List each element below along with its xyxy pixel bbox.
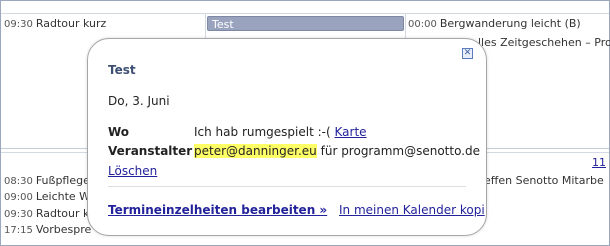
event-title: Test — [212, 18, 234, 31]
event-title: Leichte W — [35, 190, 91, 203]
calendar-event[interactable]: 08:30 Fußpflege — [4, 174, 90, 187]
day-number-link[interactable]: 11 — [592, 156, 606, 169]
event-date: Do, 3. Juni — [108, 94, 170, 108]
event-time: 09:30 — [4, 19, 33, 30]
organizer-email: peter@danninger.eu — [194, 144, 317, 158]
event-title: Radtour k — [35, 207, 90, 220]
map-link[interactable]: Karte — [335, 125, 367, 139]
organizer-row: Veranstalter peter@danninger.eu für progr… — [108, 144, 480, 158]
event-time: 17:15 — [4, 225, 33, 236]
calendar-event[interactable]: 17:15 Vorbespre — [4, 223, 91, 236]
grid-line — [1, 13, 609, 14]
event-title: lles Zeitgeschehen – Pro — [478, 36, 610, 49]
where-label: Wo — [108, 125, 130, 139]
popup-title: Test — [108, 63, 136, 77]
event-title: Radtour kurz — [35, 17, 107, 30]
event-time: 09:00 — [4, 192, 33, 203]
event-title: Vorbespre — [35, 223, 92, 236]
event-title: Fußpflege — [35, 174, 90, 187]
calendar-event[interactable]: lles Zeitgeschehen – Pro — [478, 36, 610, 49]
calendar-event[interactable]: 09:30 Radtour k — [4, 207, 89, 220]
calendar-event[interactable]: 09:00 Leichte W — [4, 190, 90, 203]
event-title: effen Senotto Mitarbe — [484, 174, 604, 187]
copy-to-calendar-link[interactable]: In meinen Kalender kopi — [339, 203, 485, 217]
edit-event-link[interactable]: Termineinzelheiten bearbeiten » — [108, 203, 327, 217]
event-time: 00:00 — [408, 19, 437, 30]
calendar-event[interactable]: effen Senotto Mitarbe — [484, 174, 604, 187]
delete-link[interactable]: Löschen — [108, 164, 157, 178]
popup-footer: Termineinzelheiten bearbeiten » In meine… — [108, 203, 485, 217]
event-details-popup: ✕ Test Do, 3. Juni Wo Ich hab rumgespielt… — [87, 38, 487, 236]
where-row: Wo Ich hab rumgespielt :-( Karte — [108, 125, 367, 139]
organizer-suffix: für programm@senotto.de — [320, 144, 481, 158]
divider — [108, 186, 466, 187]
event-title: Bergwanderung leicht (B) — [439, 17, 581, 30]
calendar-event-bar[interactable]: Test — [207, 16, 404, 31]
event-time: 09:30 — [4, 209, 33, 220]
close-icon[interactable]: ✕ — [462, 48, 473, 59]
event-time: 08:30 — [4, 176, 33, 187]
where-text: Ich hab rumgespielt :-( — [194, 125, 331, 139]
organizer-label: Veranstalter — [108, 144, 193, 158]
calendar-event[interactable]: 09:30 Radtour kurz — [4, 17, 106, 30]
calendar-event[interactable]: 00:00 Bergwanderung leicht (B) — [408, 17, 581, 30]
